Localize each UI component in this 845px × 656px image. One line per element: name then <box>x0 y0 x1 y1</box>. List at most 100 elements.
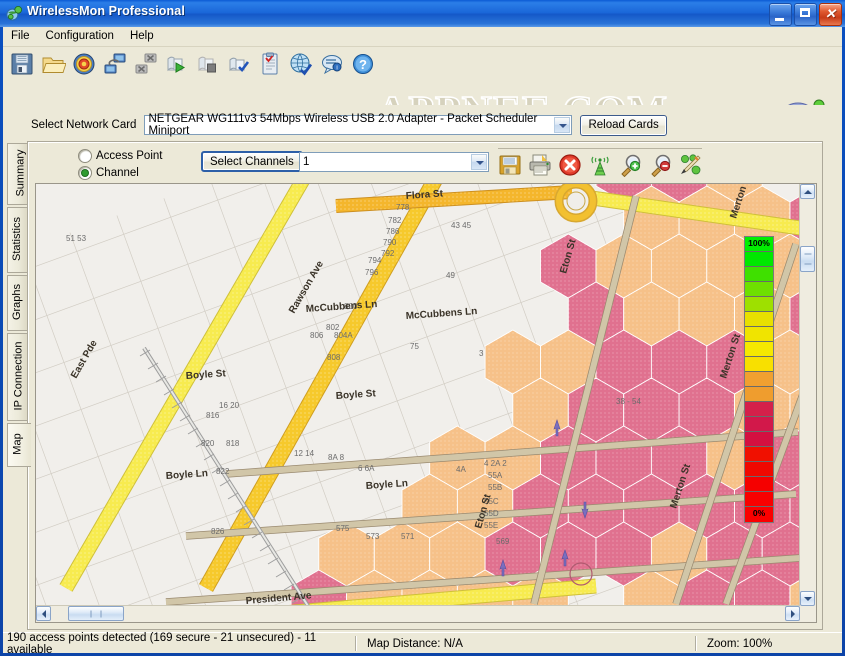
map-control-row: Access Point Channel Select Channels 1 <box>36 146 818 180</box>
save-map-icon[interactable] <box>498 153 522 177</box>
globe-check-icon[interactable] <box>288 51 314 77</box>
house-number: 778 <box>396 203 410 212</box>
house-number: 796 <box>365 268 379 277</box>
map-canvas[interactable]: 51 53 778 782 786 790 792 794 796 800 802 806 804A 8… <box>36 184 800 606</box>
maximize-button[interactable] <box>794 3 817 26</box>
status-access-points: 190 access points detected (169 secure -… <box>7 631 317 656</box>
map-render: 51 53778782786790792794796800802806 804A8… <box>36 184 800 606</box>
reload-cards-button[interactable]: Reload Cards <box>580 114 667 136</box>
legend-band-7 <box>745 342 773 357</box>
map-panel: Access Point Channel Select Channels 1 5… <box>27 141 823 630</box>
select-channels-button[interactable]: Select Channels <box>201 151 303 172</box>
map-horizontal-scrollbar[interactable] <box>36 605 800 622</box>
scroll-left-button[interactable] <box>36 606 51 621</box>
record-target-icon[interactable] <box>71 51 97 77</box>
scroll-up-button[interactable] <box>800 184 815 199</box>
chevron-down-icon[interactable] <box>554 117 571 133</box>
stop-log-icon[interactable] <box>195 51 221 77</box>
clipboard-check-icon[interactable] <box>257 51 283 77</box>
legend-band-1 <box>745 252 773 267</box>
status-bar: 190 access points detected (169 secure -… <box>3 631 842 656</box>
scroll-thumb-grip <box>804 253 811 265</box>
start-log-icon[interactable] <box>164 51 190 77</box>
house-number: 38 - 54 <box>616 397 641 406</box>
window-buttons: ✕ <box>769 3 842 26</box>
scroll-down-button[interactable] <box>800 591 815 606</box>
radio-dot-access-point[interactable] <box>78 148 92 163</box>
legend-band-10 <box>745 387 773 402</box>
channel-value: 1 <box>303 156 310 168</box>
tab-ip-connection[interactable]: IP Connection <box>7 333 27 421</box>
radio-channel[interactable]: Channel <box>78 165 162 180</box>
tab-summary[interactable]: Summary <box>7 143 27 205</box>
scroll-right-button[interactable] <box>785 606 800 621</box>
legend-band-13 <box>745 432 773 447</box>
house-number: 573 <box>366 532 380 541</box>
title-bar: WirelessMon Professional ✕ <box>0 0 845 27</box>
save-icon[interactable] <box>9 51 35 77</box>
signal-tower-icon[interactable] <box>588 153 612 177</box>
horizontal-scroll-thumb[interactable] <box>68 606 124 621</box>
close-button[interactable]: ✕ <box>819 3 842 26</box>
house-number: 826 <box>211 527 225 536</box>
radio-dot-channel[interactable] <box>78 165 92 180</box>
open-folder-icon[interactable] <box>40 51 67 77</box>
map-viewport[interactable]: 51 53 778 782 786 790 792 794 796 800 802 806 804A 8… <box>35 183 817 623</box>
status-zoom: Zoom: 100% <box>707 637 773 650</box>
report-check-icon[interactable] <box>226 51 252 77</box>
comment-info-icon[interactable]: i <box>319 51 345 77</box>
house-number: 782 <box>388 216 402 225</box>
application-window: WirelessMon Professional ✕ File Configur… <box>0 0 845 656</box>
wirelessmon-app-icon <box>6 5 23 21</box>
svg-text:?: ? <box>359 57 367 72</box>
house-number: 8A 8 <box>328 453 345 462</box>
network-disconnect-icon[interactable] <box>133 51 159 77</box>
chevron-down-icon-channel[interactable] <box>471 154 487 170</box>
print-map-icon[interactable] <box>528 153 552 177</box>
clear-points-icon[interactable] <box>678 153 702 177</box>
zoom-in-icon[interactable] <box>618 153 642 178</box>
legend-band-18: 0% <box>745 507 773 522</box>
radio-access-point[interactable]: Access Point <box>78 148 162 163</box>
tool-bar: i ? APPNEE.COM <box>3 47 842 105</box>
menu-help[interactable]: Help <box>122 27 162 44</box>
scroll-right-arrow <box>790 609 795 618</box>
delete-map-icon[interactable] <box>558 153 582 177</box>
menu-configuration[interactable]: Configuration <box>38 27 122 44</box>
svg-text:i: i <box>336 65 337 71</box>
map-icon-row <box>498 148 702 178</box>
legend-band-16 <box>745 477 773 492</box>
house-number: 569 <box>496 537 510 546</box>
house-number: 806 <box>310 331 324 340</box>
house-number: 75 <box>410 342 419 351</box>
vertical-scroll-thumb[interactable] <box>800 246 815 272</box>
tab-graphs[interactable]: Graphs <box>7 275 27 331</box>
house-number: 4A <box>456 465 466 474</box>
minimize-button[interactable] <box>769 3 792 26</box>
zoom-out-icon[interactable] <box>648 153 672 178</box>
house-number: 820 <box>201 439 215 448</box>
globe-tower-logo <box>788 99 825 105</box>
tab-strip: Summary Statistics Graphs IP Connection … <box>7 141 31 630</box>
scroll-up-arrow <box>803 189 812 194</box>
house-number: 49 <box>446 271 455 280</box>
channel-combo[interactable]: 1 <box>299 152 489 172</box>
signal-legend: 100% 0% <box>744 236 774 523</box>
scroll-left-arrow <box>41 609 46 618</box>
house-number: 4 2A 2 <box>484 459 507 468</box>
client-area: File Configuration Help i ? Select Netwo… <box>3 27 842 656</box>
network-card-combo[interactable]: NETGEAR WG111v3 54Mbps Wireless USB 2.0 … <box>144 113 573 137</box>
house-number: 818 <box>226 439 240 448</box>
network-connect-icon[interactable] <box>102 51 128 77</box>
tab-map[interactable]: Map <box>7 423 31 467</box>
radio-access-point-label: Access Point <box>96 149 163 162</box>
tab-statistics[interactable]: Statistics <box>7 207 27 273</box>
map-vertical-scrollbar[interactable] <box>799 184 816 606</box>
house-number: 43 45 <box>451 221 472 230</box>
legend-band-5 <box>745 312 773 327</box>
menu-file[interactable]: File <box>3 27 38 44</box>
house-number: 792 <box>381 249 395 258</box>
close-icon: ✕ <box>825 6 836 21</box>
help-question-icon[interactable]: ? <box>350 51 376 77</box>
house-number: 790 <box>383 238 397 247</box>
